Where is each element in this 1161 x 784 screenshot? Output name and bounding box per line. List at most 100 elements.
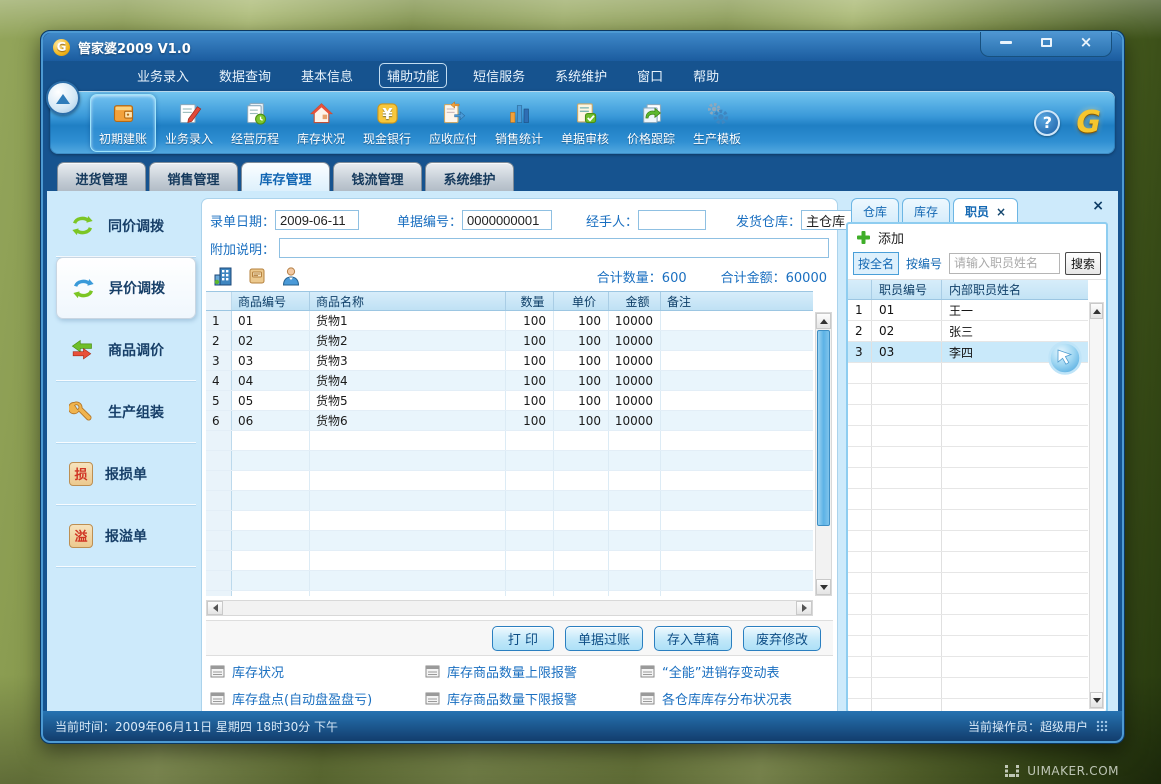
search-button[interactable]: 搜索 [1065, 252, 1101, 275]
sidebar-item-production-assembly[interactable]: 生产组装 [56, 381, 196, 443]
resize-grip[interactable] [1096, 720, 1108, 732]
status-current-time: 当前时间：2009年06月11日 星期四 18时30分 下午 [55, 718, 338, 735]
help-icon[interactable]: ? [1034, 110, 1060, 136]
staff-row[interactable]: 202张三 [848, 321, 1088, 342]
warehouse-shortcut-icon[interactable] [212, 265, 234, 287]
menu-system-maintenance[interactable]: 系统维护 [551, 64, 611, 87]
tab-warehouse[interactable]: 仓库 [851, 198, 899, 222]
sidebar-item-same-price-transfer[interactable]: 同价调拨 [56, 195, 196, 257]
search-input[interactable] [949, 253, 1060, 274]
add-button[interactable]: 添加 [848, 224, 1106, 251]
scroll-right-button[interactable] [796, 601, 812, 615]
scroll-up-button[interactable] [1090, 303, 1103, 319]
table-row[interactable]: 404货物410010010000 [206, 371, 813, 391]
toolbar-inventory-status[interactable]: 库存状况 [288, 95, 354, 151]
toolbar-button-label: 应收应付 [429, 130, 477, 147]
table-row[interactable]: 606货物610010010000 [206, 411, 813, 431]
sidebar-item-diff-price-transfer[interactable]: 异价调拨 [56, 257, 196, 319]
minimize-button[interactable] [995, 36, 1017, 50]
tab-inventory-management[interactable]: 库存管理 [241, 162, 330, 191]
search-by-name-toggle[interactable]: 按全名 [853, 252, 899, 275]
goods-shortcut-icon[interactable] [246, 265, 268, 287]
scroll-down-button[interactable] [816, 579, 831, 595]
staff-table-header: 职员编号 内部职员姓名 [848, 280, 1088, 300]
link-upper-limit-alert[interactable]: 库存商品数量上限报警 [425, 662, 640, 681]
link-warehouse-distribution[interactable]: 各仓库库存分布状况表 [640, 689, 829, 708]
tab-staff[interactable]: 职员 × [953, 198, 1018, 222]
print-button[interactable]: 打 印 [492, 626, 554, 651]
menu-aux-functions[interactable]: 辅助功能 [379, 63, 447, 88]
svg-text:¥: ¥ [382, 106, 392, 123]
sidebar-item-goods-price-adjust[interactable]: 商品调价 [56, 319, 196, 381]
staff-shortcut-icon[interactable] [280, 265, 302, 287]
save-draft-button[interactable]: 存入草稿 [654, 626, 732, 651]
table-row[interactable]: 303货物310010010000 [206, 351, 813, 371]
report-icon [210, 692, 225, 705]
sidebar-item-overflow-report[interactable]: 溢 报溢单 [56, 505, 196, 567]
menu-sms-service[interactable]: 短信服务 [469, 64, 529, 87]
sidebar-item-label: 生产组装 [108, 402, 164, 422]
watermark: UIMAKER.COM [1004, 764, 1119, 778]
toolbar-cash-bank[interactable]: ¥ 现金银行 [354, 95, 420, 151]
search-by-code-toggle[interactable]: 按编号 [904, 253, 944, 274]
menu-help[interactable]: 帮助 [689, 64, 723, 87]
post-document-button[interactable]: 单据过账 [565, 626, 643, 651]
collapse-toolbar-button[interactable] [46, 81, 80, 115]
shortcut-icons-row: 合计数量：600 合计金额：60000 [212, 263, 827, 289]
tab-inventory[interactable]: 库存 [902, 198, 950, 222]
tab-sales-management[interactable]: 销售管理 [149, 162, 238, 191]
close-button[interactable]: × [1075, 36, 1097, 50]
vertical-scrollbar[interactable] [815, 312, 832, 596]
link-inventory-status[interactable]: 库存状况 [210, 662, 425, 681]
toolbar-production-template[interactable]: 生产模板 [684, 95, 750, 151]
table-row-empty [206, 551, 813, 571]
tab-cashflow-management[interactable]: 钱流管理 [333, 162, 422, 191]
toolbar-receivable-payable[interactable]: 应收应付 [420, 95, 486, 151]
table-row[interactable]: 505货物510010010000 [206, 391, 813, 411]
tab-close-icon[interactable]: × [996, 205, 1006, 219]
toolbar-price-tracking[interactable]: 价格跟踪 [618, 95, 684, 151]
menu-data-query[interactable]: 数据查询 [215, 64, 275, 87]
gears-icon [704, 100, 731, 127]
doc-no-field[interactable] [462, 210, 552, 230]
toolbar-sales-statistics[interactable]: 销售统计 [486, 95, 552, 151]
scroll-left-button[interactable] [207, 601, 223, 615]
staff-row-selected[interactable]: 303李四 [848, 342, 1088, 363]
toolbar-business-entry[interactable]: 业务录入 [156, 95, 222, 151]
table-row[interactable]: 202货物210010010000 [206, 331, 813, 351]
note-field[interactable] [279, 238, 829, 258]
scroll-down-button[interactable] [1090, 692, 1103, 708]
scroll-up-button[interactable] [816, 313, 831, 329]
horizontal-scrollbar[interactable] [206, 600, 813, 616]
toolbar-document-audit[interactable]: 单据审核 [552, 95, 618, 151]
sidebar-item-label: 同价调拨 [108, 216, 164, 236]
sidebar-item-loss-report[interactable]: 损 报损单 [56, 443, 196, 505]
toolbar-initial-setup[interactable]: 初期建账 [90, 94, 156, 152]
link-lower-limit-alert[interactable]: 库存商品数量下限报警 [425, 689, 640, 708]
col-item-code: 商品编号 [232, 292, 310, 310]
date-label: 录单日期： [210, 211, 275, 230]
menu-window[interactable]: 窗口 [633, 64, 667, 87]
staff-vertical-scrollbar[interactable] [1089, 302, 1104, 709]
panel-close-icon[interactable]: × [1092, 198, 1104, 214]
menu-business-entry[interactable]: 业务录入 [133, 64, 193, 87]
sidebar-item-label: 异价调拨 [109, 278, 165, 298]
maximize-button[interactable] [1035, 36, 1057, 50]
menu-basic-info[interactable]: 基本信息 [297, 64, 357, 87]
report-icon [210, 665, 225, 678]
overflow-box-icon: 溢 [69, 524, 93, 548]
link-omnipotent-change-report[interactable]: “全能”进销存变动表 [640, 662, 829, 681]
discard-changes-button[interactable]: 废弃修改 [743, 626, 821, 651]
tab-system-maintenance[interactable]: 系统维护 [425, 162, 514, 191]
link-label: 库存盘点(自动盘盈盘亏) [232, 689, 372, 708]
toolbar-business-history[interactable]: 经营历程 [222, 95, 288, 151]
staff-row-empty [848, 678, 1088, 699]
date-field[interactable] [275, 210, 359, 230]
link-stocktake[interactable]: 库存盘点(自动盘盈盘亏) [210, 689, 425, 708]
scrollbar-thumb[interactable] [817, 330, 830, 526]
tab-purchase-management[interactable]: 进货管理 [57, 162, 146, 191]
handler-field[interactable] [638, 210, 706, 230]
table-row[interactable]: 101货物110010010000 [206, 311, 813, 331]
staff-row[interactable]: 101王一 [848, 300, 1088, 321]
triangle-up-icon [1093, 305, 1101, 314]
